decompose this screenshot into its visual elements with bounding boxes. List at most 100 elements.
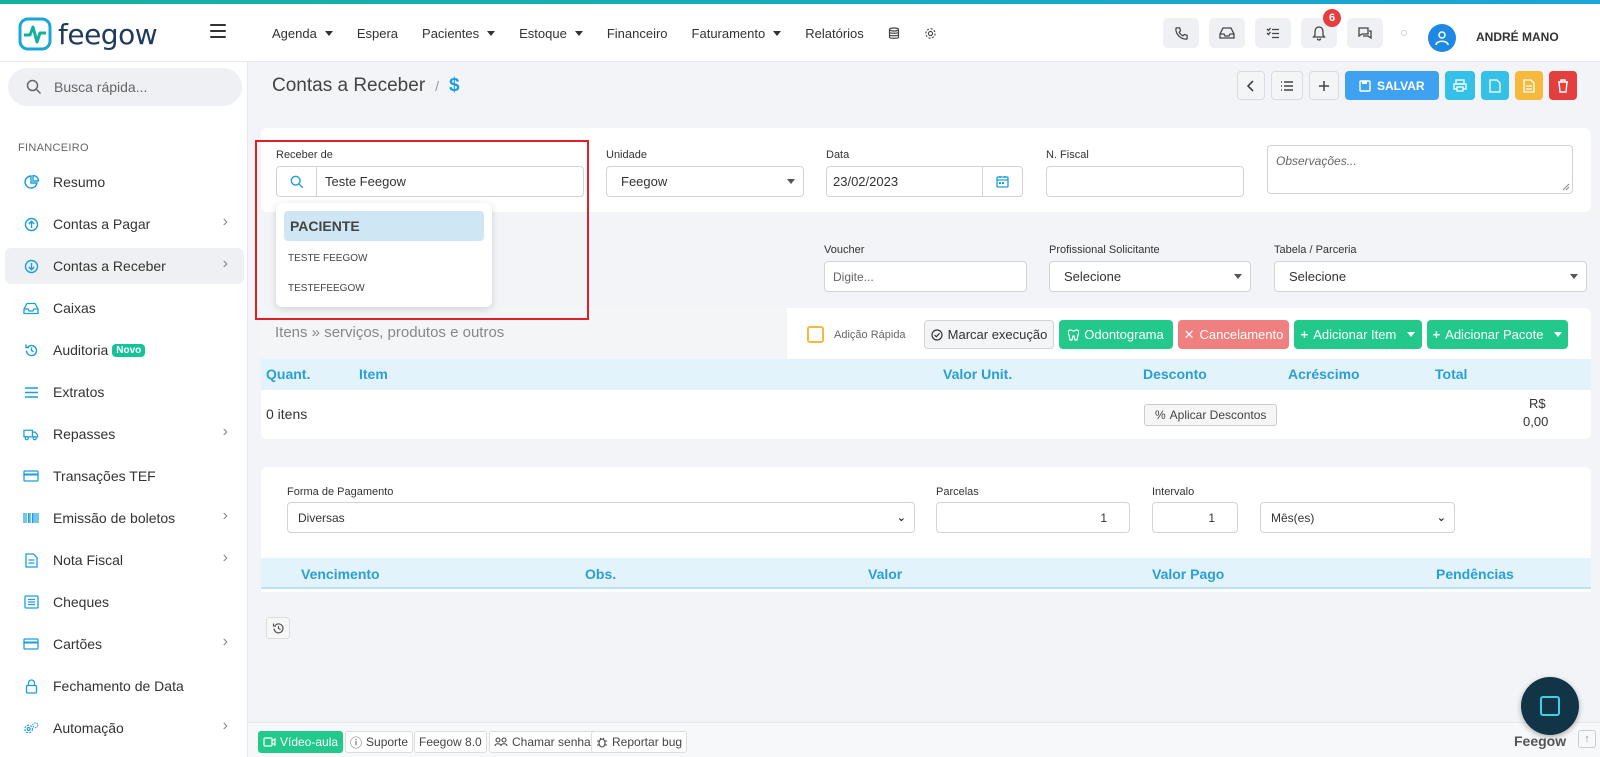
chevron-down-icon [787,179,795,184]
apply-discounts-button[interactable]: % Aplicar Descontos [1144,404,1278,426]
caret-down-icon [1554,332,1563,337]
sidebar-item-repasses[interactable]: Repasses › [5,416,244,452]
bell-icon[interactable]: 6 [1301,9,1341,48]
history-button[interactable] [266,617,290,639]
sidebar-item-resumo[interactable]: Resumo [5,164,244,200]
nav-item-faturamento[interactable]: Faturamento [692,26,782,41]
breadcrumb-separator: / [435,78,440,94]
unidade-select[interactable]: Feegow [606,166,804,197]
reportar-bug-button[interactable]: Reportar bug [591,731,688,753]
sidebar-item-label: Contas a Receber [53,258,166,274]
add-pacote-button[interactable]: + Adicionar Pacote [1427,320,1568,349]
feegow-logo-icon [18,17,52,51]
chat-icon[interactable] [1347,18,1383,48]
sidebar-item-auditoria[interactable]: Auditoria Novo [5,332,244,368]
chamar-senha-button[interactable]: Chamar senha [489,731,596,753]
chevron-down-icon: ⌄ [1436,512,1446,524]
col-obs: Obs. [585,566,617,582]
data-field[interactable]: 23/02/2023 [826,166,1023,197]
forma-value: Diversas [298,510,345,525]
nfiscal-field[interactable] [1046,166,1244,197]
caret-down-icon [487,30,496,36]
nav-item-pacientes[interactable]: Pacientes [422,26,496,41]
hamburger-menu-icon[interactable] [210,24,226,38]
cancelamento-label: Cancelamento [1199,327,1284,342]
sidebar-item-fechamento-de-data[interactable]: Fechamento de Data [5,668,244,704]
add-button[interactable] [1309,71,1339,100]
sidebar-item-transacoes-tef[interactable]: Transações TEF [5,458,244,494]
profissional-select[interactable]: Selecione [1049,261,1251,292]
scroll-top-icon[interactable]: ↑ [1578,730,1596,748]
voucher-label: Voucher [824,244,865,256]
save-button[interactable]: SALVAR [1345,71,1439,100]
nav-item-relatrios[interactable]: Relatórios [805,26,864,41]
parcelas-input[interactable]: 1 [936,502,1130,533]
feegow-logo[interactable]: feegow [18,16,158,52]
document-button[interactable] [1480,71,1509,100]
users-icon [494,737,508,747]
sidebar-item-label: Automação [53,720,124,736]
quick-add-checkbox[interactable] [807,326,824,343]
nav-item-label: Agenda [272,25,317,41]
tabela-select[interactable]: Selecione [1274,261,1587,292]
top-icons: 6 [1163,9,1423,48]
suporte-button[interactable]: ⓘ Suporte [345,731,414,753]
caret-down-icon [574,30,583,36]
chevron-down-icon [1234,274,1242,279]
nav-item-espera[interactable]: Espera [357,26,398,41]
col-valor-pago: Valor Pago [1152,566,1225,582]
odontograma-button[interactable]: Odontograma [1059,320,1173,349]
video-aula-button[interactable]: Vídeo-aula [258,731,344,753]
nav-item-agenda[interactable]: Agenda [272,26,333,41]
sidebar-item-extratos[interactable]: Extratos [5,374,244,410]
plus-icon: + [1300,327,1309,342]
sidebar-item-cheques[interactable]: Cheques [5,584,244,620]
voucher-input[interactable]: Digite... [824,261,1027,292]
file-text-icon [1522,78,1535,93]
bug-icon [597,737,607,748]
brand-name: feegow [58,17,158,51]
mark-execution-button[interactable]: Marcar execução [924,320,1054,349]
back-button[interactable] [1237,71,1265,100]
sidebar-item-caixas[interactable]: Caixas [5,290,244,326]
nav-item-label: Espera [356,25,399,41]
database-icon[interactable] [888,26,900,40]
suporte-label: Suporte [366,735,409,749]
user-name[interactable]: ANDRÉ MANO [1476,30,1559,44]
observacoes-textarea[interactable]: Observações... [1267,145,1573,194]
list-button[interactable] [1271,71,1303,100]
tooth-icon [1068,328,1080,341]
video-aula-label: Vídeo-aula [280,735,339,749]
col-valor: Valor [868,566,903,582]
print-button[interactable] [1444,71,1475,100]
quick-search-input[interactable]: Busca rápida... [8,68,242,106]
inbox-icon[interactable] [1209,18,1245,48]
avatar[interactable] [1428,24,1456,52]
sidebar-item-emissao-de-boletos[interactable]: Emissão de boletos › [5,500,244,536]
calendar-icon[interactable] [982,167,1022,196]
nav-item-label: Estoque [519,25,567,41]
checklist-icon[interactable] [1255,18,1291,48]
sidebar-item-automacao[interactable]: Automação › [5,710,244,746]
truck-icon [23,426,39,442]
file-icon [1488,78,1501,93]
sidebar-item-cartoes[interactable]: Cartões › [5,626,244,662]
receipt-button[interactable] [1514,71,1543,100]
assistant-fab-button[interactable] [1521,677,1579,735]
intervalo-input[interactable]: 1 [1152,502,1238,533]
delete-button[interactable] [1548,71,1577,100]
forma-select[interactable]: Diversas ⌄ [287,502,915,533]
items-count: 0 itens [266,406,308,422]
phone-icon[interactable] [1163,18,1199,48]
sidebar-item-contas-a-receber[interactable]: Contas a Receber › [5,248,244,284]
gear-icon[interactable] [924,27,937,40]
printer-icon [1452,79,1467,92]
nav-item-estoque[interactable]: Estoque [519,26,583,41]
nav-item-financeiro[interactable]: Financeiro [607,26,668,41]
add-item-button[interactable]: + Adicionar Item [1294,320,1422,349]
periodo-select[interactable]: Mês(es) ⌄ [1260,502,1455,533]
sidebar-item-nota-fiscal[interactable]: Nota Fiscal › [5,542,244,578]
cancelamento-button[interactable]: ✕ Cancelamento [1178,320,1289,349]
version-text: Feegow 8.0 [419,735,482,749]
sidebar-item-contas-a-pagar[interactable]: Contas a Pagar › [5,206,244,242]
